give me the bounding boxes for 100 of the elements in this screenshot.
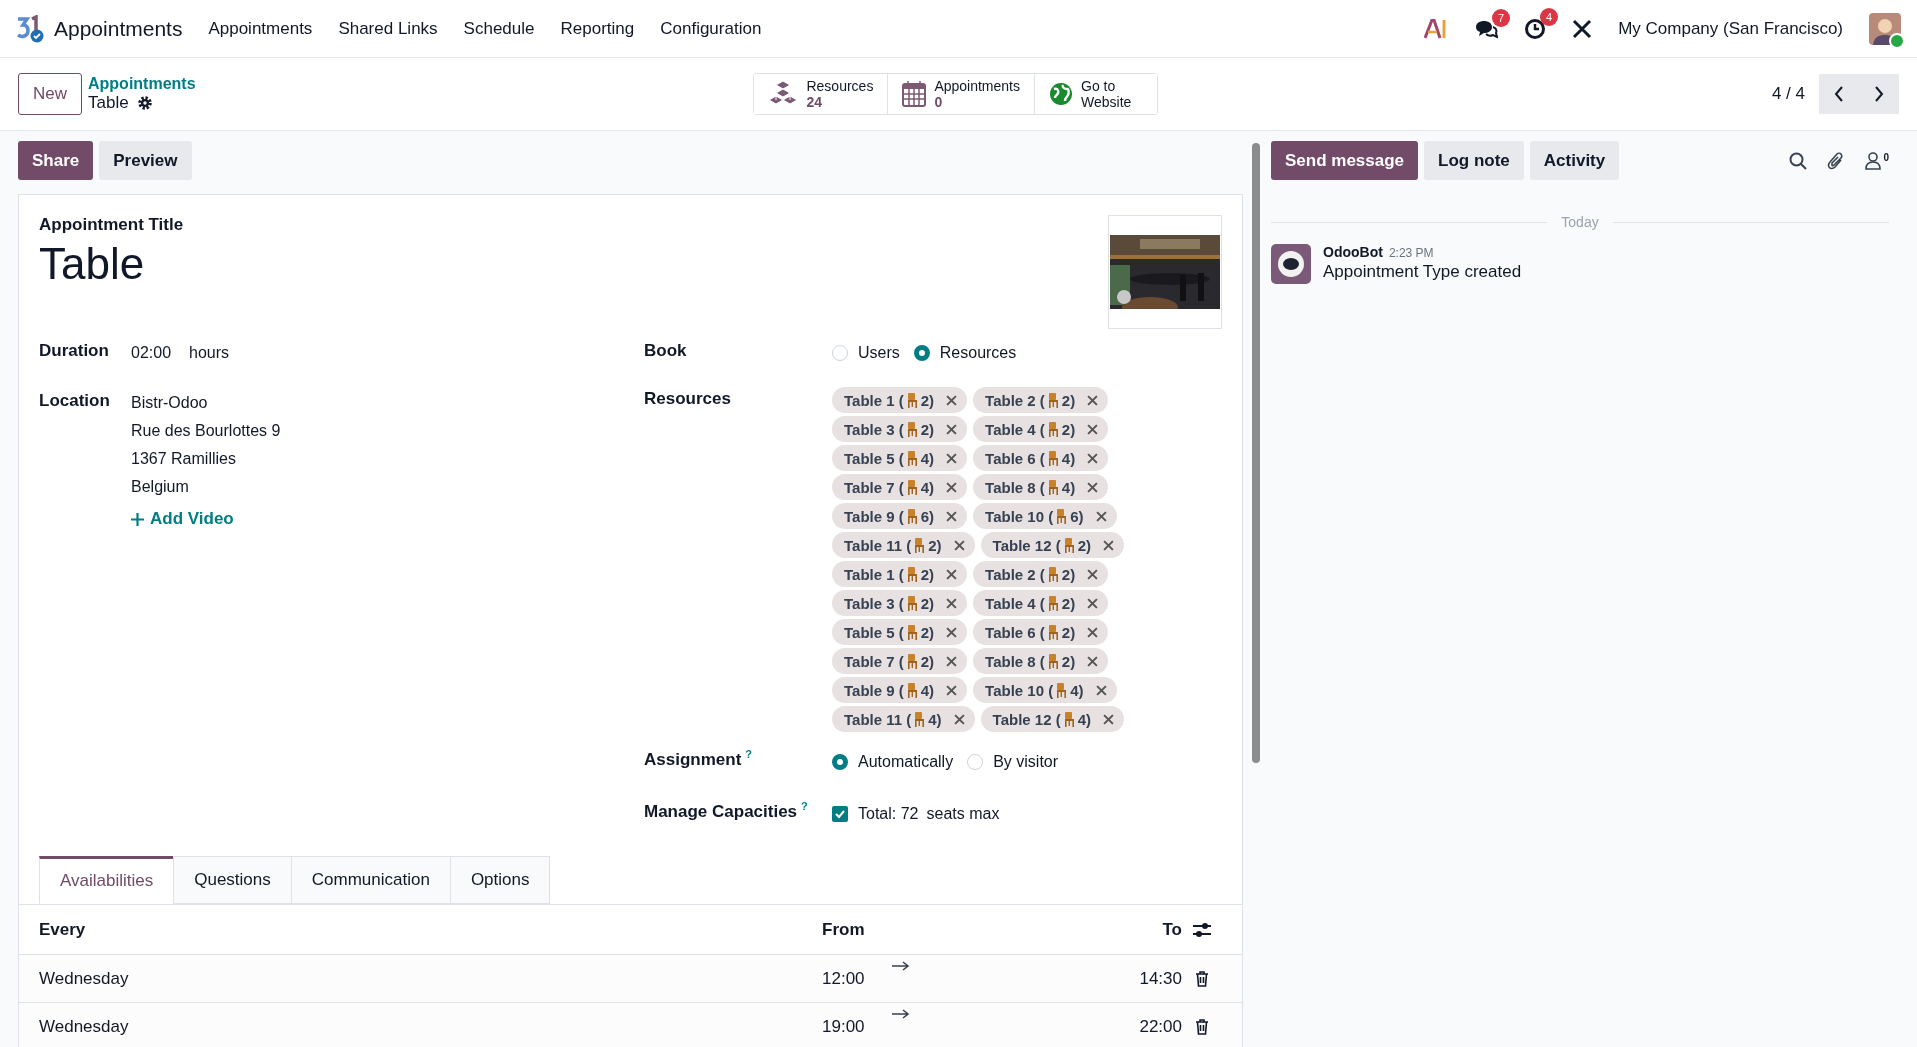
resource-tag[interactable]: Table 3 ( 2) bbox=[832, 416, 968, 442]
user-avatar[interactable] bbox=[1869, 12, 1901, 45]
pager-value[interactable]: 4 / 4 bbox=[1771, 84, 1805, 104]
chatter-button[interactable]: Activity bbox=[1529, 141, 1620, 180]
resource-tag[interactable]: Table 7 ( 2) bbox=[832, 648, 968, 674]
messages-button[interactable]: 7 bbox=[1474, 8, 1511, 39]
remove-icon[interactable] bbox=[1095, 510, 1107, 522]
sliders-icon[interactable] bbox=[1193, 921, 1211, 938]
remove-icon[interactable] bbox=[1087, 655, 1099, 667]
app-name[interactable]: Appointments bbox=[54, 16, 183, 41]
help-tooltip[interactable]: ? bbox=[801, 800, 808, 812]
column-header[interactable]: From bbox=[822, 919, 892, 940]
remove-icon[interactable] bbox=[1095, 684, 1107, 696]
remove-icon[interactable] bbox=[946, 597, 958, 609]
menu-item[interactable]: Reporting bbox=[560, 18, 635, 39]
resource-tag[interactable]: Table 2 ( 2) bbox=[973, 561, 1109, 587]
previous-button[interactable] bbox=[1819, 74, 1859, 114]
resource-tag[interactable]: Table 11 ( 2) bbox=[832, 532, 975, 558]
app-logo-icon[interactable] bbox=[16, 14, 44, 43]
remove-icon[interactable] bbox=[946, 394, 958, 406]
remove-icon[interactable] bbox=[946, 481, 958, 493]
trash-icon[interactable] bbox=[1195, 970, 1209, 987]
remove-icon[interactable] bbox=[1087, 452, 1099, 464]
resource-tag[interactable]: Table 3 ( 2) bbox=[832, 590, 968, 616]
radio-option[interactable]: Resources bbox=[913, 339, 1017, 367]
remove-icon[interactable] bbox=[1103, 539, 1115, 551]
remove-icon[interactable] bbox=[1103, 713, 1115, 725]
add-video-link[interactable]: Add Video bbox=[131, 509, 644, 529]
radio-option[interactable]: Users bbox=[832, 339, 900, 367]
radio-option[interactable]: Automatically bbox=[832, 748, 954, 776]
resource-tag[interactable]: Table 5 ( 2) bbox=[832, 619, 968, 645]
remove-icon[interactable] bbox=[1087, 597, 1099, 609]
new-button[interactable]: New bbox=[18, 73, 82, 115]
next-button[interactable] bbox=[1859, 74, 1899, 114]
chair-icon bbox=[1047, 566, 1059, 582]
action-button[interactable]: Share bbox=[18, 141, 94, 180]
resource-tag[interactable]: Table 9 ( 4) bbox=[832, 677, 968, 703]
resource-tag[interactable]: Table 11 ( 4) bbox=[832, 706, 975, 732]
resource-tag[interactable]: Table 2 ( 2) bbox=[973, 387, 1109, 413]
menu-item[interactable]: Schedule bbox=[463, 18, 535, 39]
notebook-tab[interactable]: Availabilities bbox=[39, 856, 175, 904]
duration-field[interactable]: 02:00 bbox=[131, 339, 172, 367]
radio-option[interactable]: By visitor bbox=[967, 748, 1059, 776]
resource-tag[interactable]: Table 8 ( 4) bbox=[973, 474, 1109, 500]
chatter-button[interactable]: Log note bbox=[1424, 141, 1524, 180]
menu-item[interactable]: Shared Links bbox=[338, 18, 438, 39]
resource-tag[interactable]: Table 1 ( 2) bbox=[832, 561, 968, 587]
remove-icon[interactable] bbox=[1087, 568, 1099, 580]
column-header[interactable]: To bbox=[892, 919, 1182, 940]
resource-tag[interactable]: Table 9 ( 6) bbox=[832, 503, 968, 529]
notebook-tab[interactable]: Questions bbox=[173, 856, 292, 904]
menu-item[interactable]: Configuration bbox=[660, 18, 762, 39]
remove-icon[interactable] bbox=[946, 568, 958, 580]
scrollbar[interactable] bbox=[1252, 143, 1260, 763]
search-icon[interactable] bbox=[1789, 151, 1808, 170]
record-title[interactable]: Table bbox=[39, 239, 1108, 289]
column-header[interactable]: Every bbox=[39, 919, 822, 940]
resource-tag[interactable]: Table 1 ( 2) bbox=[832, 387, 968, 413]
radio-icon[interactable] bbox=[832, 754, 848, 770]
resource-tag[interactable]: Table 10 ( 4) bbox=[973, 677, 1117, 703]
remove-icon[interactable] bbox=[1087, 626, 1099, 638]
radio-icon[interactable] bbox=[913, 345, 930, 361]
company-switcher[interactable]: My Company (San Francisco) bbox=[1618, 18, 1843, 39]
resource-tag[interactable]: Table 6 ( 2) bbox=[973, 619, 1109, 645]
remove-icon[interactable] bbox=[946, 655, 958, 667]
followers-button[interactable]: 0 bbox=[1865, 151, 1889, 170]
remove-icon[interactable] bbox=[946, 626, 958, 638]
resource-tag[interactable]: Table 8 ( 2) bbox=[973, 648, 1109, 674]
resource-tag[interactable]: Table 5 ( 4) bbox=[832, 445, 968, 471]
message-author[interactable]: OdooBot bbox=[1323, 244, 1383, 260]
help-tooltip[interactable]: ? bbox=[745, 748, 753, 760]
chatter-button[interactable]: Send message bbox=[1271, 141, 1419, 180]
smart-button[interactable]: Go to Website bbox=[1034, 74, 1157, 114]
resource-tag[interactable]: Table 10 ( 6) bbox=[973, 503, 1117, 529]
remove-icon[interactable] bbox=[1087, 394, 1099, 406]
menu-item[interactable]: Appointments bbox=[208, 18, 313, 39]
remove-icon[interactable] bbox=[953, 539, 965, 551]
remove-icon[interactable] bbox=[946, 510, 958, 522]
resource-tag[interactable]: Table 12 ( 2) bbox=[980, 532, 1125, 558]
settings-icon[interactable] bbox=[136, 95, 153, 111]
remove-icon[interactable] bbox=[946, 423, 958, 435]
resource-tag[interactable]: Table 7 ( 4) bbox=[832, 474, 968, 500]
resource-tag[interactable]: Table 6 ( 4) bbox=[973, 445, 1109, 471]
capacity-total[interactable]: Total: 72 bbox=[858, 800, 919, 828]
notebook-tab[interactable]: Options bbox=[449, 856, 551, 904]
activities-button[interactable]: 4 bbox=[1524, 7, 1559, 40]
resource-tag[interactable]: Table 4 ( 2) bbox=[973, 590, 1109, 616]
remove-icon[interactable] bbox=[1087, 481, 1099, 493]
notebook-tab[interactable]: Communication bbox=[290, 856, 451, 904]
remove-icon[interactable] bbox=[953, 713, 965, 725]
resource-tag[interactable]: Table 4 ( 2) bbox=[973, 416, 1109, 442]
remove-icon[interactable] bbox=[1087, 423, 1099, 435]
remove-icon[interactable] bbox=[946, 452, 958, 464]
remove-icon[interactable] bbox=[946, 684, 958, 696]
resource-tag[interactable]: Table 12 ( 4) bbox=[980, 706, 1125, 732]
breadcrumb-link[interactable]: Appointments bbox=[88, 75, 196, 93]
ai-icon[interactable] bbox=[1424, 18, 1449, 39]
trash-icon[interactable] bbox=[1195, 1018, 1209, 1035]
action-button[interactable]: Preview bbox=[99, 141, 192, 180]
checkbox[interactable] bbox=[832, 806, 848, 822]
